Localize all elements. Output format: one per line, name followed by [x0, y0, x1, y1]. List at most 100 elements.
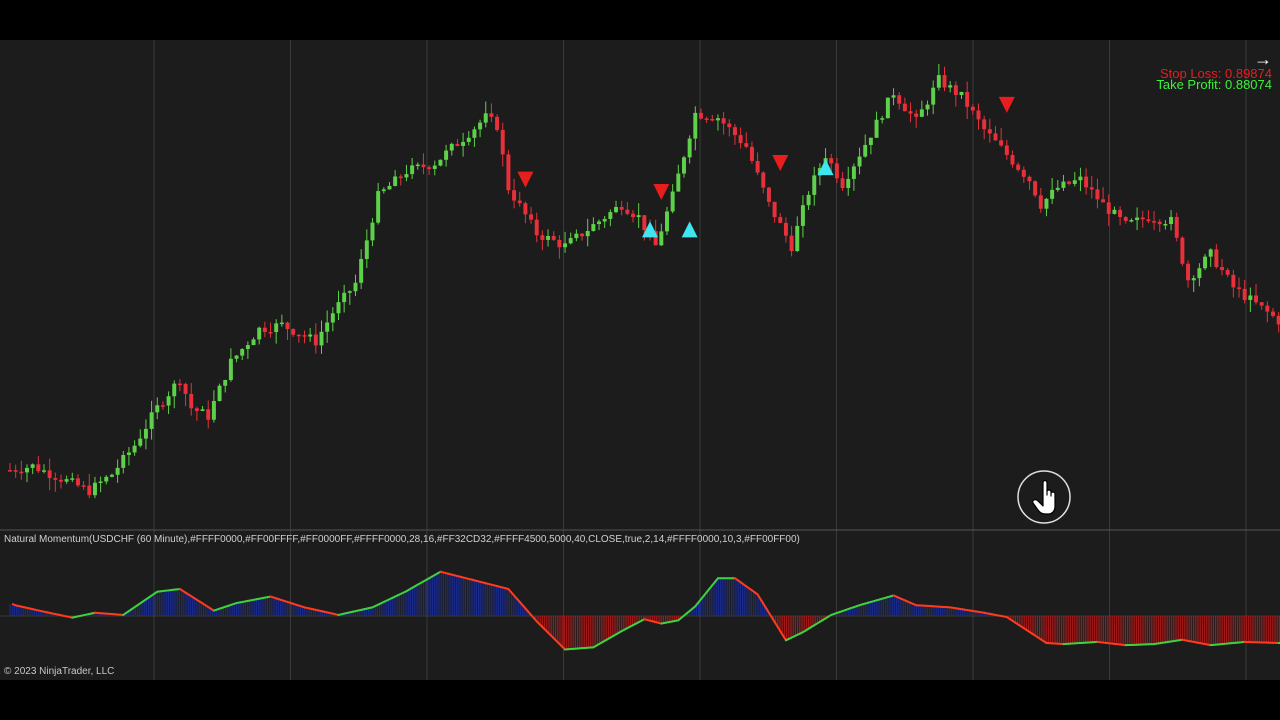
take-profit-label: Take Profit: 0.88074: [1156, 77, 1272, 92]
candle-body: [87, 485, 92, 496]
candle-body: [1010, 155, 1015, 165]
candle-body: [217, 385, 222, 401]
candle-body: [427, 167, 432, 169]
candle-body: [461, 141, 466, 146]
candle-body: [902, 103, 907, 112]
candle-body: [1254, 295, 1258, 303]
candle-body: [755, 160, 760, 173]
candle-body: [398, 176, 403, 178]
candle-body: [676, 173, 681, 192]
candle-body: [1271, 311, 1275, 316]
candle-body: [432, 165, 437, 169]
candle-body: [364, 240, 369, 259]
candle-body: [580, 233, 585, 237]
candle-body: [868, 137, 873, 145]
candle-body: [636, 215, 641, 218]
candle-body: [993, 133, 998, 141]
candle-body: [268, 332, 273, 334]
indicator-label: Natural Momentum(USDCHF (60 Minute),#FFF…: [4, 534, 800, 545]
candle-body: [13, 470, 18, 472]
candle-body: [891, 95, 896, 98]
candle-body: [274, 323, 279, 333]
chart-window[interactable]: → Stop Loss: 0.89874 Take Profit: 0.8807…: [0, 40, 1280, 680]
candle-body: [704, 118, 709, 120]
candle-body: [959, 91, 964, 96]
candle-body: [1208, 249, 1213, 257]
candle-body: [1135, 217, 1140, 221]
candle-body: [546, 236, 551, 240]
candle-body: [1089, 187, 1094, 190]
candle-body: [245, 345, 250, 350]
candle-body: [715, 118, 720, 121]
candle-body: [976, 110, 981, 120]
candle-body: [953, 85, 958, 96]
candle-body: [472, 129, 477, 138]
chart-canvas[interactable]: [0, 40, 1280, 680]
candle-body: [200, 409, 205, 411]
candle-body: [936, 75, 941, 88]
candle-body: [495, 116, 500, 130]
candle-body: [1095, 189, 1100, 200]
candle-body: [727, 123, 732, 128]
hand-cursor-icon: [1017, 470, 1071, 524]
candle-body: [1191, 278, 1196, 281]
candle-body: [359, 258, 364, 283]
candle-body: [597, 221, 602, 225]
candle-body: [919, 109, 924, 117]
candle-body: [234, 355, 239, 359]
candle-body: [625, 209, 630, 214]
candle-body: [1180, 237, 1185, 264]
candle-body: [563, 243, 568, 248]
candle-body: [347, 291, 352, 293]
candle-body: [517, 200, 522, 204]
candle-body: [302, 335, 307, 337]
candle-body: [1072, 180, 1077, 184]
candle-body: [1021, 169, 1026, 177]
candle-body: [1186, 263, 1191, 281]
candle-body: [19, 471, 24, 474]
candle-body: [1203, 256, 1208, 269]
candle-body: [665, 211, 669, 232]
candle-body: [999, 140, 1004, 146]
candle-body: [1214, 249, 1219, 268]
candle-body: [1242, 288, 1247, 300]
candle-body: [189, 393, 194, 409]
copyright-text: © 2023 NinjaTrader, LLC: [4, 666, 115, 677]
candle-body: [1129, 220, 1134, 222]
candle-body: [574, 233, 579, 239]
candle-body: [376, 191, 381, 223]
candle-body: [602, 218, 607, 222]
candle-body: [863, 144, 868, 157]
candle-body: [1225, 270, 1230, 275]
candle-body: [619, 206, 624, 210]
candle-body: [121, 455, 126, 468]
candle-body: [749, 146, 754, 161]
candle-body: [415, 164, 420, 167]
candle-body: [291, 329, 296, 335]
candle-body: [319, 331, 324, 346]
candle-body: [1157, 221, 1162, 225]
candle-body: [42, 470, 46, 472]
candle-body: [64, 479, 69, 482]
candle-body: [1055, 187, 1060, 190]
candle-body: [761, 172, 766, 188]
candle-body: [710, 118, 715, 121]
candle-body: [1123, 217, 1128, 221]
candle-body: [466, 137, 471, 142]
candle-body: [262, 327, 267, 333]
candle-body: [1004, 145, 1009, 156]
candle-body: [908, 111, 913, 114]
candle-body: [1197, 268, 1202, 279]
candle-body: [931, 87, 936, 105]
candle-body: [206, 409, 211, 420]
candle-body: [438, 159, 443, 166]
candle-body: [1259, 302, 1264, 306]
candle-body: [880, 118, 885, 120]
candle-body: [489, 113, 494, 117]
candle-body: [1061, 181, 1066, 188]
candle-body: [257, 327, 262, 340]
candle-body: [721, 118, 726, 124]
candle-body: [829, 158, 834, 164]
candle-body: [1265, 305, 1270, 312]
candle-body: [840, 178, 845, 188]
